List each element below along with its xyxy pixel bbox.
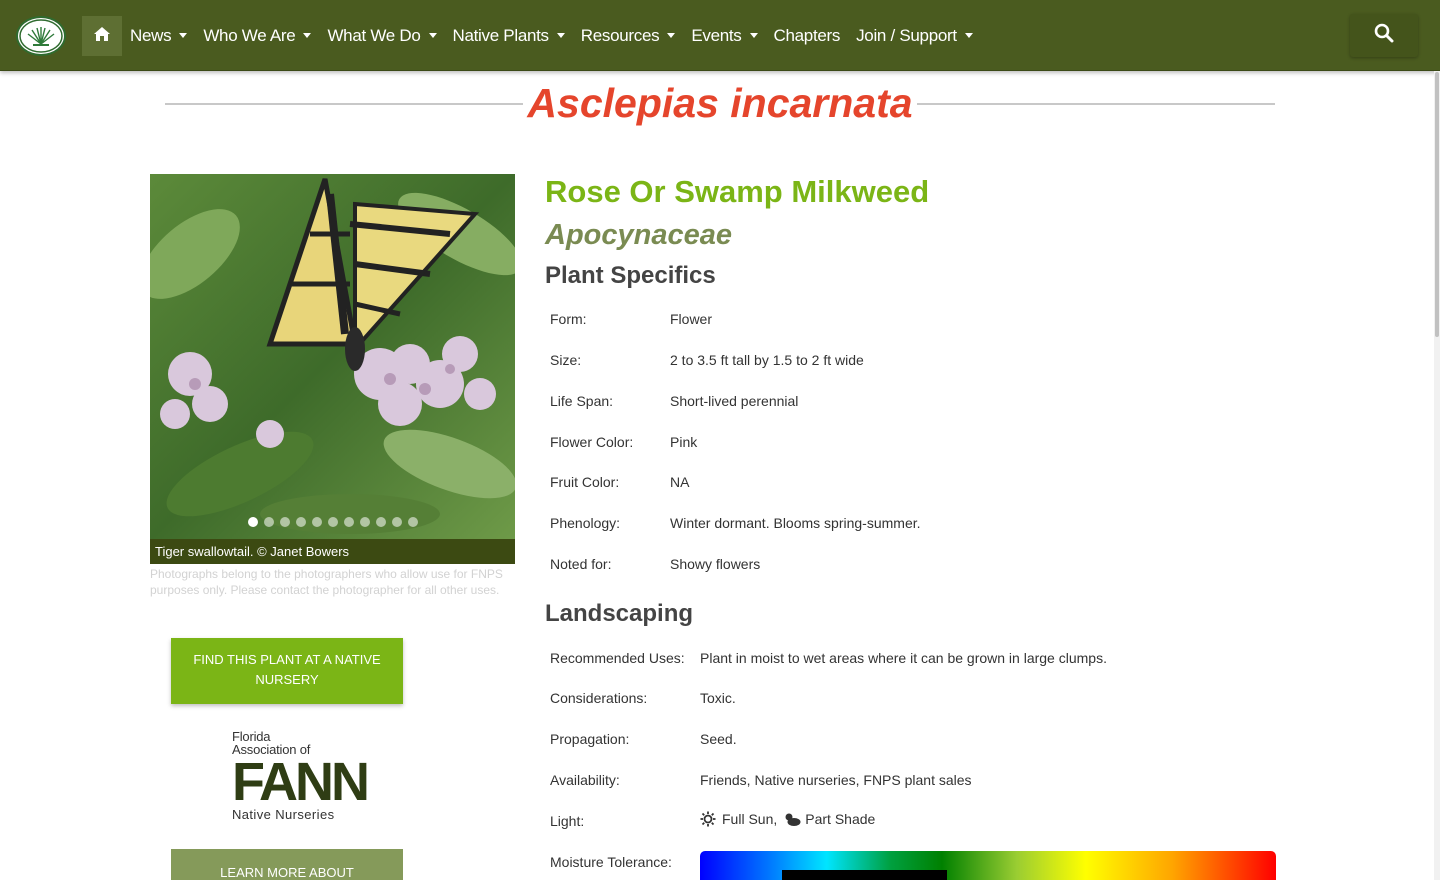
land-value-availability: Friends, Native nurseries, FNPS plant sa… xyxy=(700,772,972,788)
light-full-sun: Full Sun, xyxy=(722,811,778,827)
fann-logo-text: Native Nurseries xyxy=(232,807,335,822)
caret-down-icon xyxy=(428,33,437,38)
plant-specifics-heading: Plant Specifics xyxy=(545,262,716,289)
carousel-dot[interactable] xyxy=(391,517,402,527)
caret-down-icon xyxy=(179,33,188,38)
fann-logo-wordmark: FANN xyxy=(232,752,370,812)
land-value-recommended-uses: Plant in moist to wet areas where it can… xyxy=(700,650,1107,666)
moisture-tolerance-range xyxy=(782,870,947,880)
land-label-light: Light: xyxy=(550,813,585,829)
photo-disclaimer: Photographs belong to the photographers … xyxy=(150,567,503,597)
spec-value-noted-for: Showy flowers xyxy=(670,556,761,572)
land-label-availability: Availability: xyxy=(550,772,620,788)
main-menu: News Who We Are What We Do Native Plants… xyxy=(130,0,989,71)
light-values: Full Sun, Part Shade xyxy=(700,811,875,827)
carousel-dot[interactable] xyxy=(343,517,354,527)
landscaping-heading: Landscaping xyxy=(545,600,694,627)
spec-label-noted-for: Noted for: xyxy=(550,556,612,572)
search-button[interactable] xyxy=(1350,14,1418,57)
part-shade-icon xyxy=(783,811,801,827)
caret-down-icon xyxy=(964,33,973,38)
plant-family: Apocynaceae xyxy=(545,219,732,251)
caret-down-icon xyxy=(556,33,565,38)
spec-label-size: Size: xyxy=(550,352,582,368)
spec-value-fruit-color: NA xyxy=(670,474,690,490)
land-value-considerations: Toxic. xyxy=(700,690,736,706)
land-label-considerations: Considerations: xyxy=(550,690,648,706)
page-title: Asclepias incarnata xyxy=(527,80,913,126)
caret-down-icon xyxy=(667,33,676,38)
title-divider-right xyxy=(917,103,1275,105)
common-name: Rose Or Swamp Milkweed xyxy=(545,174,930,209)
nav-news[interactable]: News xyxy=(130,26,188,46)
spec-value-flower-color: Pink xyxy=(670,434,698,450)
learn-more-button[interactable]: Learn more about xyxy=(171,849,403,880)
home-button[interactable] xyxy=(82,16,122,56)
spec-value-phenology: Winter dormant. Blooms spring-summer. xyxy=(670,515,921,531)
fann-logo[interactable]: Florida Association of FANN Native Nurse… xyxy=(232,730,370,826)
nav-who-we-are[interactable]: Who We Are xyxy=(203,26,312,46)
spec-label-flower-color: Flower Color: xyxy=(550,434,634,450)
photo-caption: Tiger swallowtail. © Janet Bowers xyxy=(150,539,515,564)
sun-icon xyxy=(700,811,716,827)
carousel-dot[interactable] xyxy=(279,517,290,527)
carousel-indicators xyxy=(150,517,515,527)
title-divider-left xyxy=(165,103,523,105)
caret-down-icon xyxy=(749,33,758,38)
caret-down-icon xyxy=(303,33,312,38)
spec-value-form: Flower xyxy=(670,311,713,327)
land-label-moisture-tolerance: Moisture Tolerance: xyxy=(550,854,672,870)
home-icon xyxy=(93,26,111,47)
carousel-dot[interactable] xyxy=(247,517,258,527)
carousel-dot[interactable] xyxy=(295,517,306,527)
spec-label-phenology: Phenology: xyxy=(550,515,621,531)
nav-join-support[interactable]: Join / Support xyxy=(856,26,973,46)
carousel-dot[interactable] xyxy=(263,517,274,527)
light-part-shade: Part Shade xyxy=(805,811,876,827)
land-label-propagation: Propagation: xyxy=(550,731,630,747)
carousel-dot[interactable] xyxy=(359,517,370,527)
top-navbar: News Who We Are What We Do Native Plants… xyxy=(0,0,1440,71)
fnps-logo[interactable] xyxy=(16,16,66,56)
carousel-dot[interactable] xyxy=(327,517,338,527)
nav-resources[interactable]: Resources xyxy=(581,26,676,46)
find-plant-nursery-button[interactable]: Find this plant at a native nursery xyxy=(171,638,403,704)
spec-value-life-span: Short-lived perennial xyxy=(670,393,799,409)
land-label-recommended-uses: Recommended Uses: xyxy=(550,650,685,666)
spec-label-life-span: Life Span: xyxy=(550,393,614,409)
carousel-dot[interactable] xyxy=(311,517,322,527)
carousel-dot[interactable] xyxy=(375,517,386,527)
carousel-dot[interactable] xyxy=(407,517,418,527)
nav-events[interactable]: Events xyxy=(691,26,758,46)
search-icon xyxy=(1374,23,1394,48)
scrollbar-thumb[interactable] xyxy=(1435,72,1439,337)
nav-native-plants[interactable]: Native Plants xyxy=(453,26,565,46)
plant-photo[interactable] xyxy=(150,174,515,539)
spec-label-form: Form: xyxy=(550,311,587,327)
nav-chapters[interactable]: Chapters xyxy=(774,26,841,46)
land-value-propagation: Seed. xyxy=(700,731,737,747)
nav-what-we-do[interactable]: What We Do xyxy=(327,26,437,46)
spec-value-size: 2 to 3.5 ft tall by 1.5 to 2 ft wide xyxy=(670,352,864,368)
spec-label-fruit-color: Fruit Color: xyxy=(550,474,620,490)
